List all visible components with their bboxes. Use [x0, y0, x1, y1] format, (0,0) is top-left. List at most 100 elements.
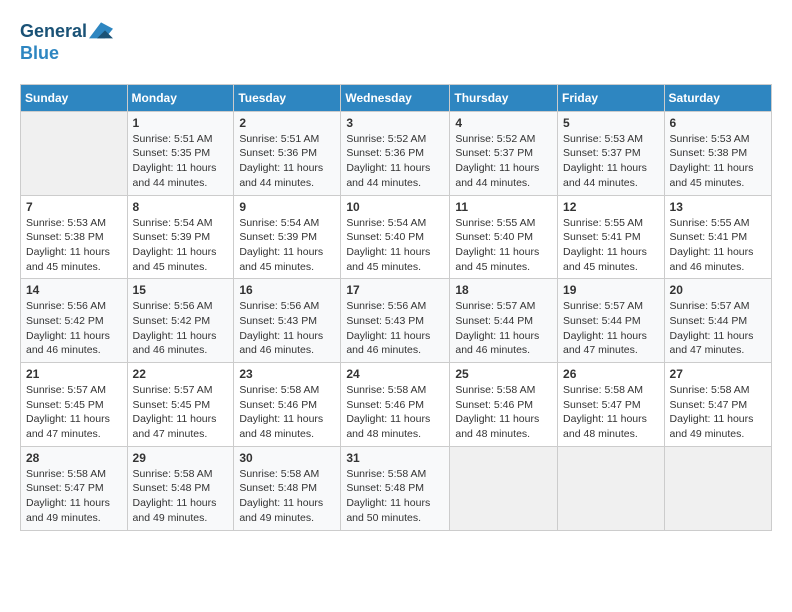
day-info: Sunrise: 5:57 AMSunset: 5:45 PMDaylight:… [26, 383, 122, 442]
day-number: 7 [26, 200, 122, 214]
calendar-cell: 18 Sunrise: 5:57 AMSunset: 5:44 PMDayligh… [450, 279, 558, 363]
day-info: Sunrise: 5:58 AMSunset: 5:46 PMDaylight:… [346, 383, 444, 442]
day-info: Sunrise: 5:53 AMSunset: 5:37 PMDaylight:… [563, 132, 659, 191]
day-number: 19 [563, 283, 659, 297]
day-info: Sunrise: 5:57 AMSunset: 5:44 PMDaylight:… [455, 299, 552, 358]
calendar-cell: 10Sunrise: 5:54 AMSunset: 5:40 PMDayligh… [341, 195, 450, 279]
day-info: Sunrise: 5:58 AMSunset: 5:47 PMDaylight:… [26, 467, 122, 526]
calendar-cell: 26 Sunrise: 5:58 AMSunset: 5:47 PMDayligh… [558, 363, 665, 447]
calendar-cell: 6 Sunrise: 5:53 AMSunset: 5:38 PMDaylight… [664, 111, 771, 195]
calendar-cell: 29Sunrise: 5:58 AMSunset: 5:48 PMDayligh… [127, 446, 234, 530]
day-number: 9 [239, 200, 335, 214]
calendar-week-1: 1 Sunrise: 5:51 AMSunset: 5:35 PMDaylight… [21, 111, 772, 195]
day-number: 30 [239, 451, 335, 465]
calendar-cell: 23Sunrise: 5:58 AMSunset: 5:46 PMDayligh… [234, 363, 341, 447]
day-info: Sunrise: 5:56 AMSunset: 5:42 PMDaylight:… [133, 299, 229, 358]
calendar-cell: 8 Sunrise: 5:54 AMSunset: 5:39 PMDaylight… [127, 195, 234, 279]
day-number: 25 [455, 367, 552, 381]
calendar-cell: 17 Sunrise: 5:56 AMSunset: 5:43 PMDayligh… [341, 279, 450, 363]
day-info: Sunrise: 5:56 AMSunset: 5:43 PMDaylight:… [239, 299, 335, 358]
day-number: 8 [133, 200, 229, 214]
day-info: Sunrise: 5:56 AMSunset: 5:43 PMDaylight:… [346, 299, 444, 358]
calendar-cell: 1 Sunrise: 5:51 AMSunset: 5:35 PMDaylight… [127, 111, 234, 195]
calendar-cell: 21 Sunrise: 5:57 AMSunset: 5:45 PMDayligh… [21, 363, 128, 447]
day-number: 2 [239, 116, 335, 130]
day-number: 27 [670, 367, 766, 381]
calendar-week-3: 14Sunrise: 5:56 AMSunset: 5:42 PMDayligh… [21, 279, 772, 363]
logo-line2: Blue [20, 44, 113, 64]
header-friday: Friday [558, 84, 665, 111]
header-saturday: Saturday [664, 84, 771, 111]
header-thursday: Thursday [450, 84, 558, 111]
calendar-cell [664, 446, 771, 530]
day-number: 3 [346, 116, 444, 130]
day-info: Sunrise: 5:54 AMSunset: 5:40 PMDaylight:… [346, 216, 444, 275]
day-info: Sunrise: 5:55 AMSunset: 5:40 PMDaylight:… [455, 216, 552, 275]
day-number: 31 [346, 451, 444, 465]
day-number: 18 [455, 283, 552, 297]
calendar-cell: 13 Sunrise: 5:55 AMSunset: 5:41 PMDayligh… [664, 195, 771, 279]
day-info: Sunrise: 5:55 AMSunset: 5:41 PMDaylight:… [670, 216, 766, 275]
calendar-cell: 25Sunrise: 5:58 AMSunset: 5:46 PMDayligh… [450, 363, 558, 447]
calendar-cell [21, 111, 128, 195]
day-number: 15 [133, 283, 229, 297]
day-number: 6 [670, 116, 766, 130]
calendar-cell [450, 446, 558, 530]
day-info: Sunrise: 5:56 AMSunset: 5:42 PMDaylight:… [26, 299, 122, 358]
day-info: Sunrise: 5:58 AMSunset: 5:46 PMDaylight:… [239, 383, 335, 442]
calendar-cell: 27 Sunrise: 5:58 AMSunset: 5:47 PMDayligh… [664, 363, 771, 447]
calendar-cell: 15 Sunrise: 5:56 AMSunset: 5:42 PMDayligh… [127, 279, 234, 363]
calendar-cell: 2 Sunrise: 5:51 AMSunset: 5:36 PMDaylight… [234, 111, 341, 195]
day-info: Sunrise: 5:58 AMSunset: 5:47 PMDaylight:… [563, 383, 659, 442]
calendar-cell: 24 Sunrise: 5:58 AMSunset: 5:46 PMDayligh… [341, 363, 450, 447]
day-info: Sunrise: 5:53 AMSunset: 5:38 PMDaylight:… [670, 132, 766, 191]
calendar-cell: 4 Sunrise: 5:52 AMSunset: 5:37 PMDaylight… [450, 111, 558, 195]
day-info: Sunrise: 5:57 AMSunset: 5:45 PMDaylight:… [133, 383, 229, 442]
calendar-cell: 14Sunrise: 5:56 AMSunset: 5:42 PMDayligh… [21, 279, 128, 363]
day-number: 24 [346, 367, 444, 381]
day-number: 21 [26, 367, 122, 381]
day-number: 4 [455, 116, 552, 130]
header-wednesday: Wednesday [341, 84, 450, 111]
day-info: Sunrise: 5:51 AMSunset: 5:36 PMDaylight:… [239, 132, 335, 191]
calendar-week-4: 21 Sunrise: 5:57 AMSunset: 5:45 PMDayligh… [21, 363, 772, 447]
day-info: Sunrise: 5:52 AMSunset: 5:36 PMDaylight:… [346, 132, 444, 191]
day-number: 1 [133, 116, 229, 130]
day-number: 28 [26, 451, 122, 465]
calendar-header-row: SundayMondayTuesdayWednesdayThursdayFrid… [21, 84, 772, 111]
header-sunday: Sunday [21, 84, 128, 111]
day-number: 12 [563, 200, 659, 214]
day-info: Sunrise: 5:58 AMSunset: 5:48 PMDaylight:… [346, 467, 444, 526]
logo: General Blue [20, 20, 113, 64]
day-info: Sunrise: 5:58 AMSunset: 5:47 PMDaylight:… [670, 383, 766, 442]
day-number: 13 [670, 200, 766, 214]
day-info: Sunrise: 5:55 AMSunset: 5:41 PMDaylight:… [563, 216, 659, 275]
day-info: Sunrise: 5:54 AMSunset: 5:39 PMDaylight:… [239, 216, 335, 275]
day-info: Sunrise: 5:54 AMSunset: 5:39 PMDaylight:… [133, 216, 229, 275]
calendar-cell: 5Sunrise: 5:53 AMSunset: 5:37 PMDaylight… [558, 111, 665, 195]
calendar-cell [558, 446, 665, 530]
calendar-week-5: 28 Sunrise: 5:58 AMSunset: 5:47 PMDayligh… [21, 446, 772, 530]
day-number: 26 [563, 367, 659, 381]
day-info: Sunrise: 5:58 AMSunset: 5:48 PMDaylight:… [239, 467, 335, 526]
day-number: 16 [239, 283, 335, 297]
calendar-cell: 12 Sunrise: 5:55 AMSunset: 5:41 PMDayligh… [558, 195, 665, 279]
calendar-cell: 7 Sunrise: 5:53 AMSunset: 5:38 PMDaylight… [21, 195, 128, 279]
header-tuesday: Tuesday [234, 84, 341, 111]
day-number: 22 [133, 367, 229, 381]
calendar-cell: 16 Sunrise: 5:56 AMSunset: 5:43 PMDayligh… [234, 279, 341, 363]
header-monday: Monday [127, 84, 234, 111]
calendar-cell: 20Sunrise: 5:57 AMSunset: 5:44 PMDayligh… [664, 279, 771, 363]
calendar-cell: 9 Sunrise: 5:54 AMSunset: 5:39 PMDaylight… [234, 195, 341, 279]
logo-line1: General [20, 20, 113, 44]
day-info: Sunrise: 5:51 AMSunset: 5:35 PMDaylight:… [133, 132, 229, 191]
calendar-cell: 19 Sunrise: 5:57 AMSunset: 5:44 PMDayligh… [558, 279, 665, 363]
calendar-cell: 28 Sunrise: 5:58 AMSunset: 5:47 PMDayligh… [21, 446, 128, 530]
calendar-cell: 31 Sunrise: 5:58 AMSunset: 5:48 PMDayligh… [341, 446, 450, 530]
day-info: Sunrise: 5:52 AMSunset: 5:37 PMDaylight:… [455, 132, 552, 191]
day-info: Sunrise: 5:57 AMSunset: 5:44 PMDaylight:… [563, 299, 659, 358]
day-number: 17 [346, 283, 444, 297]
calendar-week-2: 7 Sunrise: 5:53 AMSunset: 5:38 PMDaylight… [21, 195, 772, 279]
day-info: Sunrise: 5:53 AMSunset: 5:38 PMDaylight:… [26, 216, 122, 275]
day-number: 11 [455, 200, 552, 214]
